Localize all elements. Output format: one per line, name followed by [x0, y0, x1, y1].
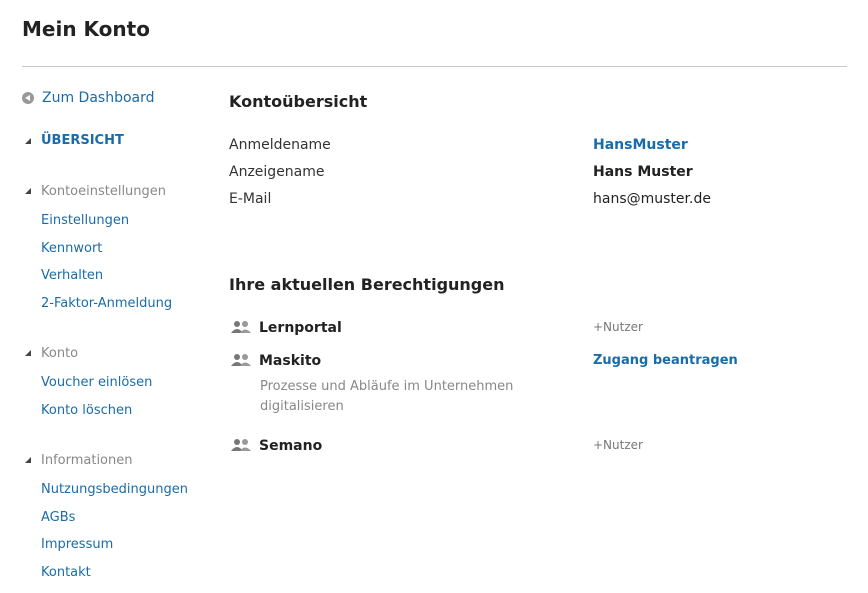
users-icon	[231, 439, 251, 451]
sidebar-item-impressum[interactable]: Impressum	[41, 537, 113, 552]
sidebar-section-kontoeinstellungen: Kontoeinstellungen	[41, 184, 167, 199]
overview-title: Kontoübersicht	[229, 92, 368, 111]
back-arrow-icon	[22, 92, 34, 104]
permission-maskito: Maskito	[259, 353, 322, 369]
sidebar-item-konto-loeschen[interactable]: Konto löschen	[41, 403, 132, 418]
sidebar-item-verhalten[interactable]: Verhalten	[41, 268, 103, 283]
triangle-icon	[25, 457, 31, 463]
sidebar-item-voucher-einloesen[interactable]: Voucher einlösen	[41, 375, 152, 390]
sidebar-item-kennwort[interactable]: Kennwort	[41, 241, 102, 256]
back-to-dashboard-link[interactable]: Zum Dashboard	[22, 88, 155, 108]
back-to-dashboard-label: Zum Dashboard	[42, 90, 155, 106]
username-value[interactable]: HansMuster	[593, 137, 688, 153]
header-divider	[22, 66, 847, 67]
users-icon	[231, 321, 251, 333]
users-icon	[231, 354, 251, 366]
sidebar-item-agbs[interactable]: AGBs	[41, 510, 75, 525]
username-label: Anmeldename	[229, 137, 331, 153]
permission-lernportal: Lernportal	[259, 320, 342, 336]
triangle-icon	[25, 188, 31, 194]
permission-semano: Semano	[259, 438, 323, 454]
sidebar-item-einstellungen[interactable]: Einstellungen	[41, 213, 129, 228]
sidebar-section-informationen: Informationen	[41, 453, 133, 468]
sidebar-item-kontakt[interactable]: Kontakt	[41, 565, 91, 580]
permissions-title: Ihre aktuellen Berechtigungen	[229, 275, 505, 294]
semano-add-user-button[interactable]: +Nutzer	[593, 438, 643, 452]
maskito-request-access-link[interactable]: Zugang beantragen	[593, 353, 738, 368]
lernportal-add-user-button[interactable]: +Nutzer	[593, 320, 643, 334]
page-title: Mein Konto	[22, 17, 150, 41]
sidebar-item-nutzungsbedingungen[interactable]: Nutzungsbedingungen	[41, 482, 188, 497]
maskito-description: Prozesse und Abläufe im Unternehmen digi…	[260, 379, 514, 414]
sidebar-item-2-faktor-anmeldung[interactable]: 2-Faktor-Anmeldung	[41, 296, 172, 311]
triangle-icon	[25, 350, 31, 356]
triangle-icon	[25, 138, 31, 144]
display-name-value: Hans Muster	[593, 164, 693, 180]
sidebar-section-konto: Konto	[41, 346, 79, 361]
email-value: hans@muster.de	[593, 191, 711, 207]
sidebar-item-overview[interactable]: ÜBERSICHT	[41, 133, 124, 148]
display-name-label: Anzeigename	[229, 164, 325, 180]
email-label: E-Mail	[229, 191, 272, 207]
